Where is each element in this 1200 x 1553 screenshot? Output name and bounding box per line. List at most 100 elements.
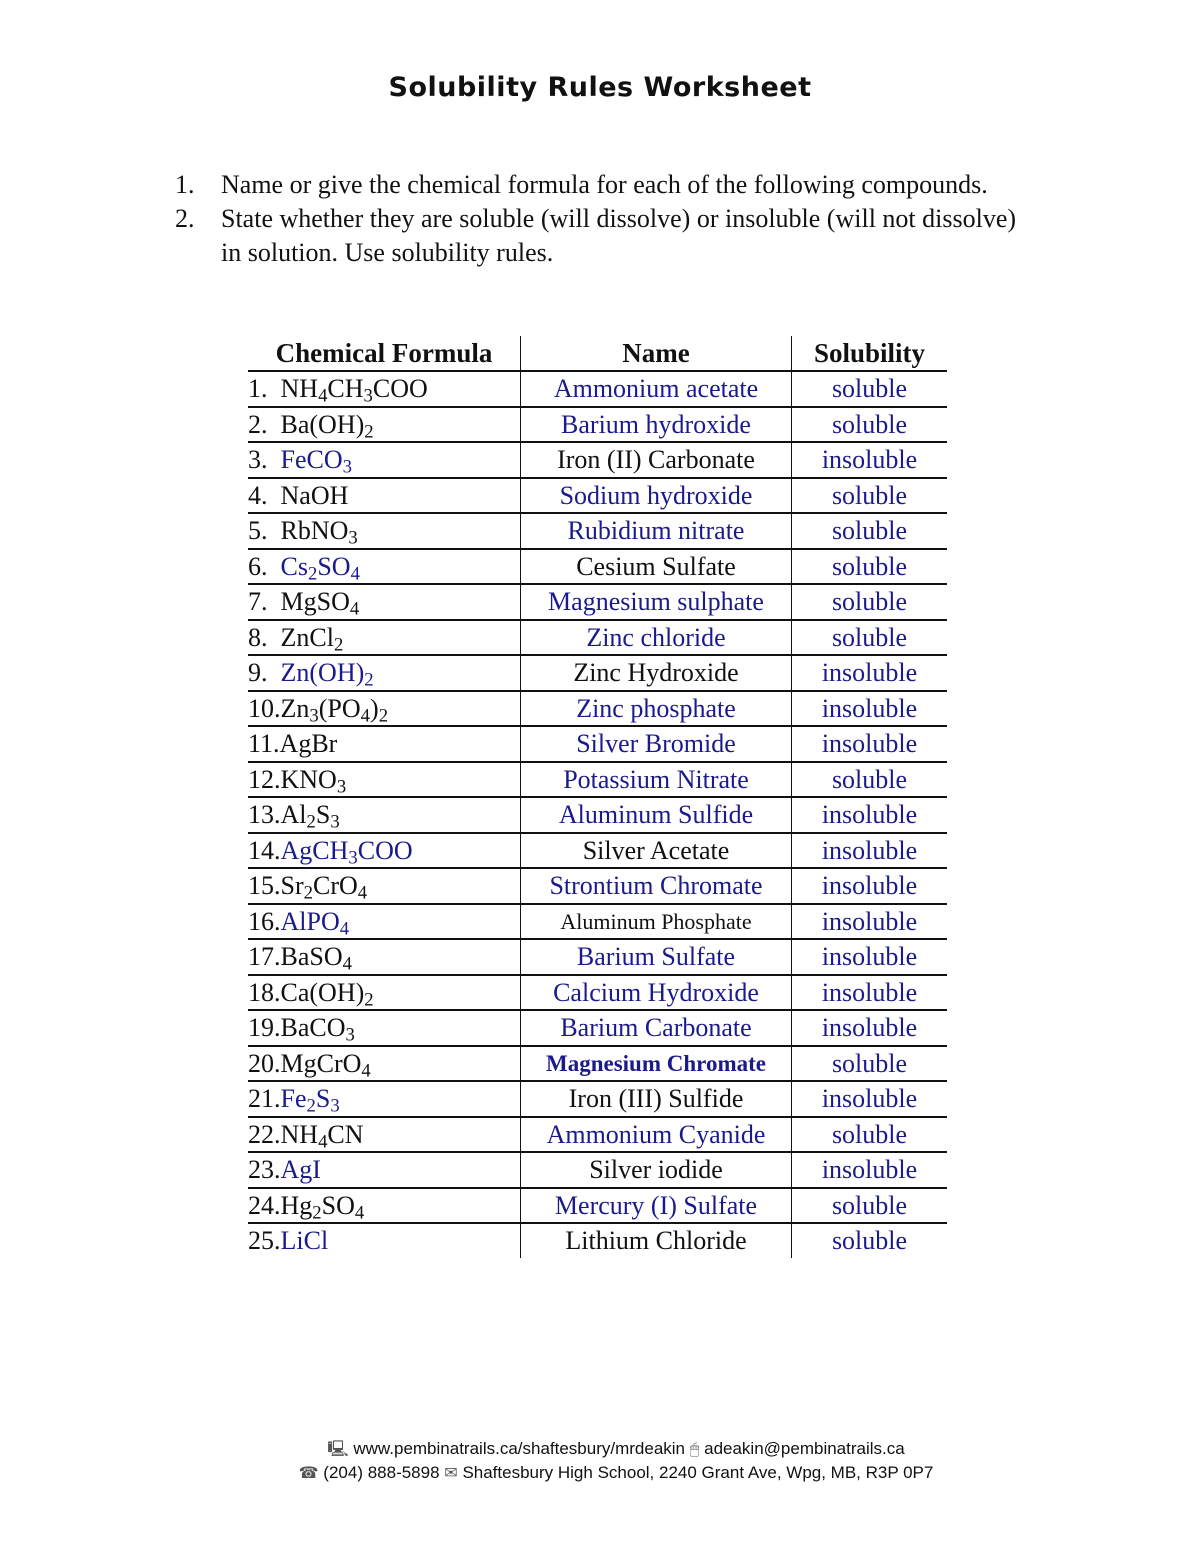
chemical-formula: Zn3(PO4)2: [281, 694, 389, 727]
row-number: 10.: [248, 693, 281, 723]
chemical-formula: Sr2CrO4: [281, 871, 368, 903]
mouse-icon: 🖱: [689, 1441, 700, 1458]
row-number: 11.: [248, 729, 280, 759]
formula-cell: 15.Sr2CrO4: [248, 868, 521, 905]
formula-text: Ca(OH): [280, 977, 365, 1007]
chemical-formula: Ca(OH)2: [280, 977, 374, 1010]
formula-cell: 9. Zn(OH)2: [248, 655, 521, 692]
formula-cell: 1. NH4CH3COO: [248, 371, 521, 408]
worksheet-title: Solubility Rules Worksheet: [388, 72, 812, 103]
footer-line-1: 🖳 www.pembinatrails.ca/shaftesbury/mrdea…: [16, 1438, 1200, 1465]
table-row: 22.NH4CN Ammonium Cyanide soluble: [248, 1116, 947, 1153]
formula-cell: 19.BaCO3: [248, 1010, 521, 1047]
solubility-value: insoluble: [791, 797, 947, 834]
solubility-value: insoluble: [791, 726, 947, 763]
envelope-icon: ✉: [444, 1465, 458, 1482]
solubility-value: soluble: [791, 406, 947, 443]
formula-cell: 2. Ba(OH)2: [248, 406, 521, 443]
footer-email[interactable]: adeakin@pembinatrails.ca: [704, 1439, 905, 1458]
row-number: 14.: [248, 835, 281, 865]
table-row: 8. ZnCl2 Zinc chloride soluble: [248, 619, 947, 656]
header-solubility: Solubility: [791, 336, 947, 372]
solubility-value: insoluble: [791, 868, 947, 905]
chemical-formula: BaSO4: [281, 942, 352, 974]
instruction-number: 1.: [175, 170, 195, 199]
formula-text: SO: [321, 1190, 355, 1220]
chemical-formula: KNO3: [281, 765, 347, 797]
table-row: 20.MgCrO4 Magnesium Chromate soluble: [248, 1045, 947, 1082]
chemical-formula: AgBr: [280, 729, 338, 758]
instructions-list: 1. Name or give the chemical formula for…: [175, 168, 1035, 270]
formula-cell: 14.AgCH3COO: [248, 832, 521, 869]
formula-text: FeCO: [280, 445, 343, 475]
solubility-value: soluble: [791, 761, 947, 798]
chemical-formula: NH4CN: [281, 1120, 364, 1152]
formula-text: NaOH: [280, 480, 349, 510]
table-row: 12.KNO3 Potassium Nitrate soluble: [248, 761, 947, 798]
table-row: 19.BaCO3 Barium Carbonate insoluble: [248, 1010, 947, 1047]
chemical-formula: ZnCl2: [280, 622, 344, 656]
solubility-value: insoluble: [791, 939, 947, 976]
formula-cell: 25.LiCl: [248, 1223, 521, 1258]
formula-subscript: 3: [345, 1024, 355, 1046]
row-number: 15.: [248, 871, 281, 901]
solubility-value: insoluble: [791, 903, 947, 940]
solubility-value: soluble: [791, 1223, 947, 1258]
formula-cell: 7. MgSO4: [248, 584, 521, 621]
computer-icon: 🖳: [327, 1441, 349, 1458]
row-number: 5.: [248, 516, 281, 546]
chemical-formula: Ba(OH)2: [280, 409, 374, 443]
formula-text: LiCl: [280, 1226, 329, 1256]
row-number: 21.: [248, 1084, 281, 1114]
chemical-formula: Cs2SO4: [281, 552, 360, 584]
compound-name: Iron (II) Carbonate: [520, 442, 792, 479]
formula-cell: 17.BaSO4: [248, 939, 521, 976]
solubility-value: insoluble: [791, 1152, 947, 1189]
solubility-value: soluble: [791, 584, 947, 621]
formula-subscript: 2: [333, 634, 344, 656]
solubility-value: insoluble: [791, 1081, 947, 1118]
compound-name: Mercury (I) Sulfate: [520, 1187, 792, 1224]
chemical-formula: Zn(OH)2: [280, 658, 374, 690]
formula-cell: 22.NH4CN: [248, 1116, 521, 1153]
row-number: 18.: [248, 977, 281, 1007]
table-row: 21.Fe2S3 Iron (III) Sulfide insoluble: [248, 1081, 947, 1118]
footer-website[interactable]: www.pembinatrails.ca/shaftesbury/mrdeaki…: [353, 1439, 685, 1458]
formula-subscript: 4: [354, 1202, 365, 1224]
row-number: 7.: [248, 587, 281, 617]
table-row: 18.Ca(OH)2 Calcium Hydroxide insoluble: [248, 974, 947, 1011]
solubility-value: soluble: [791, 513, 947, 550]
table-row: 9. Zn(OH)2 Zinc Hydroxide insoluble: [248, 655, 947, 692]
formula-cell: 23.AgI: [248, 1152, 521, 1189]
formula-cell: 20.MgCrO4: [248, 1045, 521, 1082]
formula-subscript: 2: [378, 705, 389, 727]
formula-text: Ba(OH): [280, 409, 365, 439]
formula-text: CH: [327, 374, 364, 404]
formula-subscript: 3: [330, 811, 340, 833]
formula-cell: 4. NaOH: [248, 477, 521, 514]
formula-subscript: 3: [363, 385, 373, 407]
table-row: 6. Cs2SO4 Cesium Sulfate soluble: [248, 548, 947, 585]
formula-subscript: 2: [364, 669, 374, 691]
row-number: 24.: [248, 1190, 281, 1220]
formula-subscript: 4: [357, 882, 368, 904]
compound-name: Cesium Sulfate: [520, 548, 792, 585]
formula-text: ZnCl: [280, 622, 334, 652]
table-row: 25.LiCl Lithium Chloride soluble: [248, 1223, 947, 1258]
solubility-value: insoluble: [791, 690, 947, 727]
formula-subscript: 4: [339, 918, 350, 940]
table-row: 13.Al2S3 Aluminum Sulfide insoluble: [248, 797, 947, 834]
table-row: 11.AgBr Silver Bromide insoluble: [248, 726, 947, 763]
formula-text: Zn(OH): [280, 658, 365, 688]
formula-cell: 8. ZnCl2: [248, 619, 521, 656]
compound-name: Strontium Chromate: [520, 868, 792, 905]
chemical-formula: FeCO3: [280, 445, 352, 477]
formula-cell: 11.AgBr: [248, 726, 521, 763]
table-row: 2. Ba(OH)2 Barium hydroxide soluble: [248, 406, 947, 443]
formula-subscript: 4: [361, 1060, 371, 1082]
chemical-formula: LiCl: [281, 1226, 329, 1255]
formula-subscript: 2: [364, 421, 374, 443]
instruction-text: State whether they are soluble (will dis…: [221, 204, 1017, 267]
row-number: 25.: [248, 1226, 281, 1256]
formula-subscript: 3: [309, 705, 319, 727]
